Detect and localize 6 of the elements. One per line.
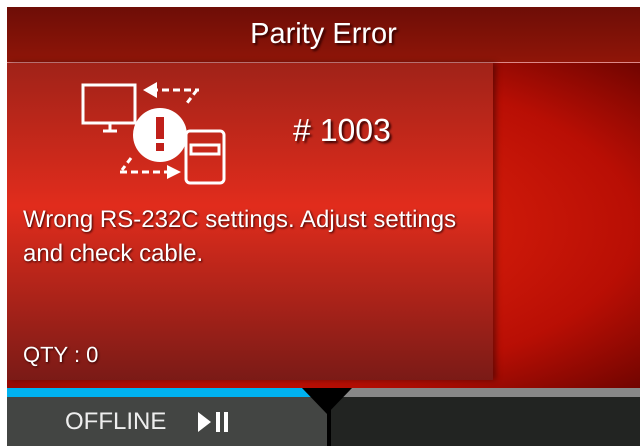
play-pause-icon: [198, 410, 230, 434]
screen-title: Parity Error: [250, 18, 397, 51]
quantity-label: QTY : 0: [23, 342, 100, 368]
error-message: Wrong RS-232C settings. Adjust settings and check cable.: [23, 205, 458, 269]
offline-button[interactable]: OFFLINE: [7, 397, 327, 446]
error-code: # 1003: [293, 112, 391, 148]
